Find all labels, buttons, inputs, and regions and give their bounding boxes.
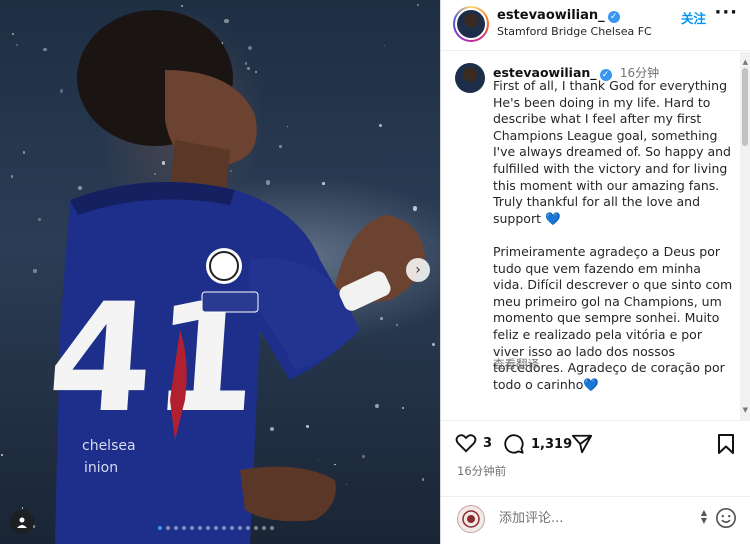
author-username[interactable]: estevaowilian_ <box>497 8 605 23</box>
carousel-dot <box>166 526 170 530</box>
caption-text: First of all, I thank God for everything… <box>493 78 733 393</box>
send-icon <box>571 434 593 454</box>
crest-icon <box>462 510 480 528</box>
comment-button[interactable]: 1,319 <box>503 433 572 455</box>
like-button[interactable]: 3 <box>455 433 492 453</box>
carousel-dot <box>198 526 202 530</box>
svg-text:inion: inion <box>84 460 118 476</box>
carousel-dot <box>214 526 218 530</box>
carousel-dot <box>238 526 242 530</box>
avatar-image <box>455 8 487 40</box>
carousel-dot <box>174 526 178 530</box>
bookmark-icon <box>718 434 734 454</box>
more-options-icon[interactable]: ··· <box>714 2 738 23</box>
scrollbar-thumb[interactable] <box>742 68 748 146</box>
player-illustration: 41 chelsea inion <box>43 10 425 544</box>
share-button[interactable] <box>571 433 593 455</box>
author-username-row[interactable]: estevaowilian_ ✓ <box>497 8 620 23</box>
author-avatar[interactable] <box>453 6 489 42</box>
carousel-dot <box>270 526 274 530</box>
carousel-dots <box>158 526 274 530</box>
post-side-panel: estevaowilian_ ✓ Stamford Bridge Chelsea … <box>440 0 750 544</box>
carousel-dot <box>206 526 210 530</box>
heart-icon <box>455 434 477 453</box>
like-count[interactable]: 3 <box>483 436 492 451</box>
posted-time[interactable]: 16分钟前 <box>457 463 506 479</box>
post-photo[interactable]: 41 chelsea inion › <box>0 0 440 544</box>
blue-heart-icon: 💙 <box>544 210 561 226</box>
carousel-dot <box>262 526 266 530</box>
carousel-dot <box>190 526 194 530</box>
current-user-avatar <box>457 505 485 533</box>
carousel-dot <box>254 526 258 530</box>
carousel-dot <box>246 526 250 530</box>
verified-badge-icon: ✓ <box>607 11 620 23</box>
comment-icon <box>504 434 524 454</box>
comment-composer: ▲▼ <box>441 496 750 545</box>
post-location[interactable]: Stamford Bridge Chelsea FC <box>497 25 652 38</box>
comment-count: 1,319 <box>531 436 573 452</box>
svg-text:chelsea: chelsea <box>82 438 136 454</box>
post-actions: 3 1,319 16分钟前 <box>441 420 750 501</box>
user-icon <box>17 517 27 528</box>
carousel-dot <box>158 526 162 530</box>
post-header: estevaowilian_ ✓ Stamford Bridge Chelsea … <box>441 0 750 51</box>
carousel-dot <box>230 526 234 530</box>
next-photo-button[interactable]: › <box>406 258 430 282</box>
carousel-dot <box>222 526 226 530</box>
caption-text-en: First of all, I thank God for everything… <box>493 78 731 226</box>
scroll-up-icon[interactable]: ▲ <box>743 58 748 66</box>
comment-input[interactable] <box>497 510 681 527</box>
follow-button[interactable]: 关注 <box>681 8 706 27</box>
smiley-icon <box>716 508 736 528</box>
see-translation-link[interactable]: 查看翻译 <box>493 356 539 372</box>
caption-area: estevaowilian_ ✓ 16分钟 First of all, I tha… <box>441 51 741 419</box>
input-spin-stepper[interactable]: ▲ ▼ <box>701 509 707 525</box>
tagged-users-button[interactable] <box>10 510 34 534</box>
scroll-down-icon[interactable]: ▼ <box>743 406 748 414</box>
blue-heart-icon: 💙 <box>583 376 599 392</box>
caption-avatar[interactable] <box>455 63 485 93</box>
carousel-dot <box>182 526 186 530</box>
chevron-right-icon: › <box>415 262 421 278</box>
save-button[interactable] <box>717 433 735 455</box>
emoji-button[interactable] <box>715 507 737 533</box>
